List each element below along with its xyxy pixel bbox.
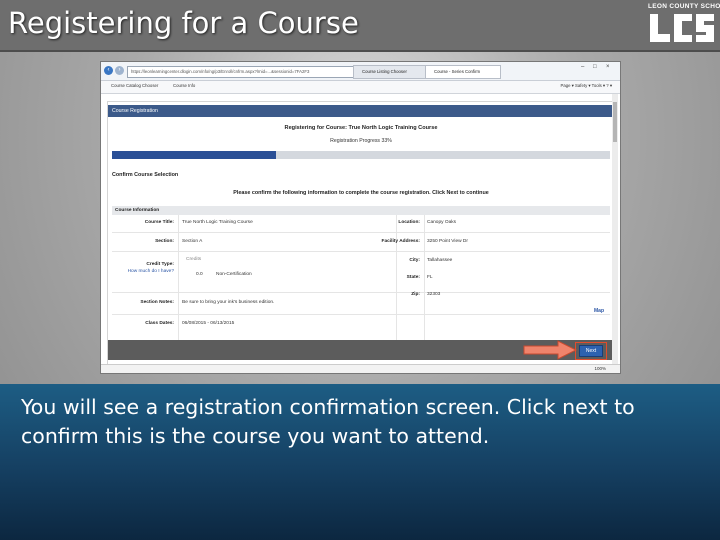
maximize-icon[interactable]: □ xyxy=(593,64,597,70)
credit-amount: 0.0 xyxy=(196,272,203,277)
course-info-heading: Course Information xyxy=(112,206,610,215)
progress-text: Registration Progress 33% xyxy=(330,138,392,144)
address-row: ‹ › https://leonlearningcenter.dlogin.co… xyxy=(101,62,620,81)
forward-button[interactable]: › xyxy=(115,66,124,75)
zoom-level[interactable]: 100% xyxy=(594,366,606,371)
class-dates-value: 06/08/2015 - 06/13/2015 xyxy=(182,321,235,326)
course-title-value: True North Logic Training Course xyxy=(182,220,253,225)
zip-label: Zip: xyxy=(411,292,420,297)
slide-title: Registering for a Course xyxy=(8,6,359,40)
class-dates-label: Class Dates: xyxy=(145,321,174,326)
row-divider xyxy=(112,314,610,315)
browser-tab-2[interactable]: Course - Series Confirm xyxy=(425,65,501,79)
page-scrollbar[interactable] xyxy=(612,94,618,364)
slide-caption: You will see a registration confirmation… xyxy=(21,395,635,448)
logo-text: LEON COUNTY SCHOOLS xyxy=(648,3,720,10)
section-label: Section: xyxy=(155,239,174,244)
back-button[interactable]: ‹ xyxy=(104,66,113,75)
facility-address-label: Facility Address: xyxy=(381,239,420,244)
credit-type-label: Credit Type: xyxy=(146,262,174,267)
city-value: Tallahassee xyxy=(427,258,453,263)
scroll-thumb[interactable] xyxy=(613,102,617,142)
progress-fill xyxy=(112,151,277,159)
leon-county-schools-logo: LEON COUNTY SCHOOLS xyxy=(648,3,720,45)
panel-title: Course Registration xyxy=(108,105,614,117)
credit-help-link[interactable]: How much do I have? xyxy=(112,269,174,274)
course-title-label: Course Title: xyxy=(144,220,174,225)
url-bar[interactable]: https://leonlearningcenter.dlogin.com/nf… xyxy=(127,66,354,78)
registering-text: Registering for Course: True North Logic… xyxy=(284,125,438,131)
state-label: State: xyxy=(406,275,420,280)
favorites-bar: Course Catalog Chooser Course Info Page … xyxy=(101,81,620,94)
command-bar[interactable]: Page ▾ Safety ▾ Tools ▾ ? ▾ xyxy=(560,83,612,89)
section-notes-value: Be sure to bring your ink's business edi… xyxy=(182,300,275,305)
state-value: FL xyxy=(427,275,433,280)
credit-kind: Non-Certification xyxy=(216,272,252,277)
favorite-link-2[interactable]: Course Info xyxy=(173,83,195,88)
column-divider xyxy=(424,215,425,343)
row-divider xyxy=(112,251,610,252)
browser-screenshot: ‹ › https://leonlearningcenter.dlogin.co… xyxy=(100,61,621,374)
section-notes-label: Section Notes: xyxy=(140,300,174,305)
location-value: Canopy Oaks xyxy=(427,220,457,225)
location-label: Location: xyxy=(398,220,420,225)
zip-value: 32303 xyxy=(427,292,441,297)
browser-status-bar: 100% xyxy=(101,364,620,373)
city-label: City: xyxy=(409,258,420,263)
confirm-instruction: Please confirm the following information… xyxy=(233,190,489,196)
browser-tab-1[interactable]: Course Listing Chooser xyxy=(353,65,429,79)
close-icon[interactable]: × xyxy=(606,64,610,70)
slide-title-bar: Registering for a Course LEON COUNTY SCH… xyxy=(0,0,720,52)
progress-bar xyxy=(112,151,610,159)
next-button[interactable]: Next xyxy=(579,345,603,357)
confirm-heading: Confirm Course Selection xyxy=(112,172,179,178)
map-link[interactable]: Map xyxy=(594,308,604,314)
favorite-link-1[interactable]: Course Catalog Chooser xyxy=(111,83,158,88)
lcs-logo-mark-icon xyxy=(650,14,714,42)
section-value: Section A xyxy=(182,239,203,244)
minimize-icon[interactable]: – xyxy=(581,64,584,70)
facility-address-value: 3250 Point View Dr xyxy=(427,239,468,244)
pointer-arrow-icon xyxy=(523,340,578,360)
column-divider xyxy=(178,215,179,343)
page-content: Course Registration Registering for Cour… xyxy=(107,101,615,365)
row-divider xyxy=(112,232,610,233)
credit-type-value: Credits xyxy=(186,257,202,262)
